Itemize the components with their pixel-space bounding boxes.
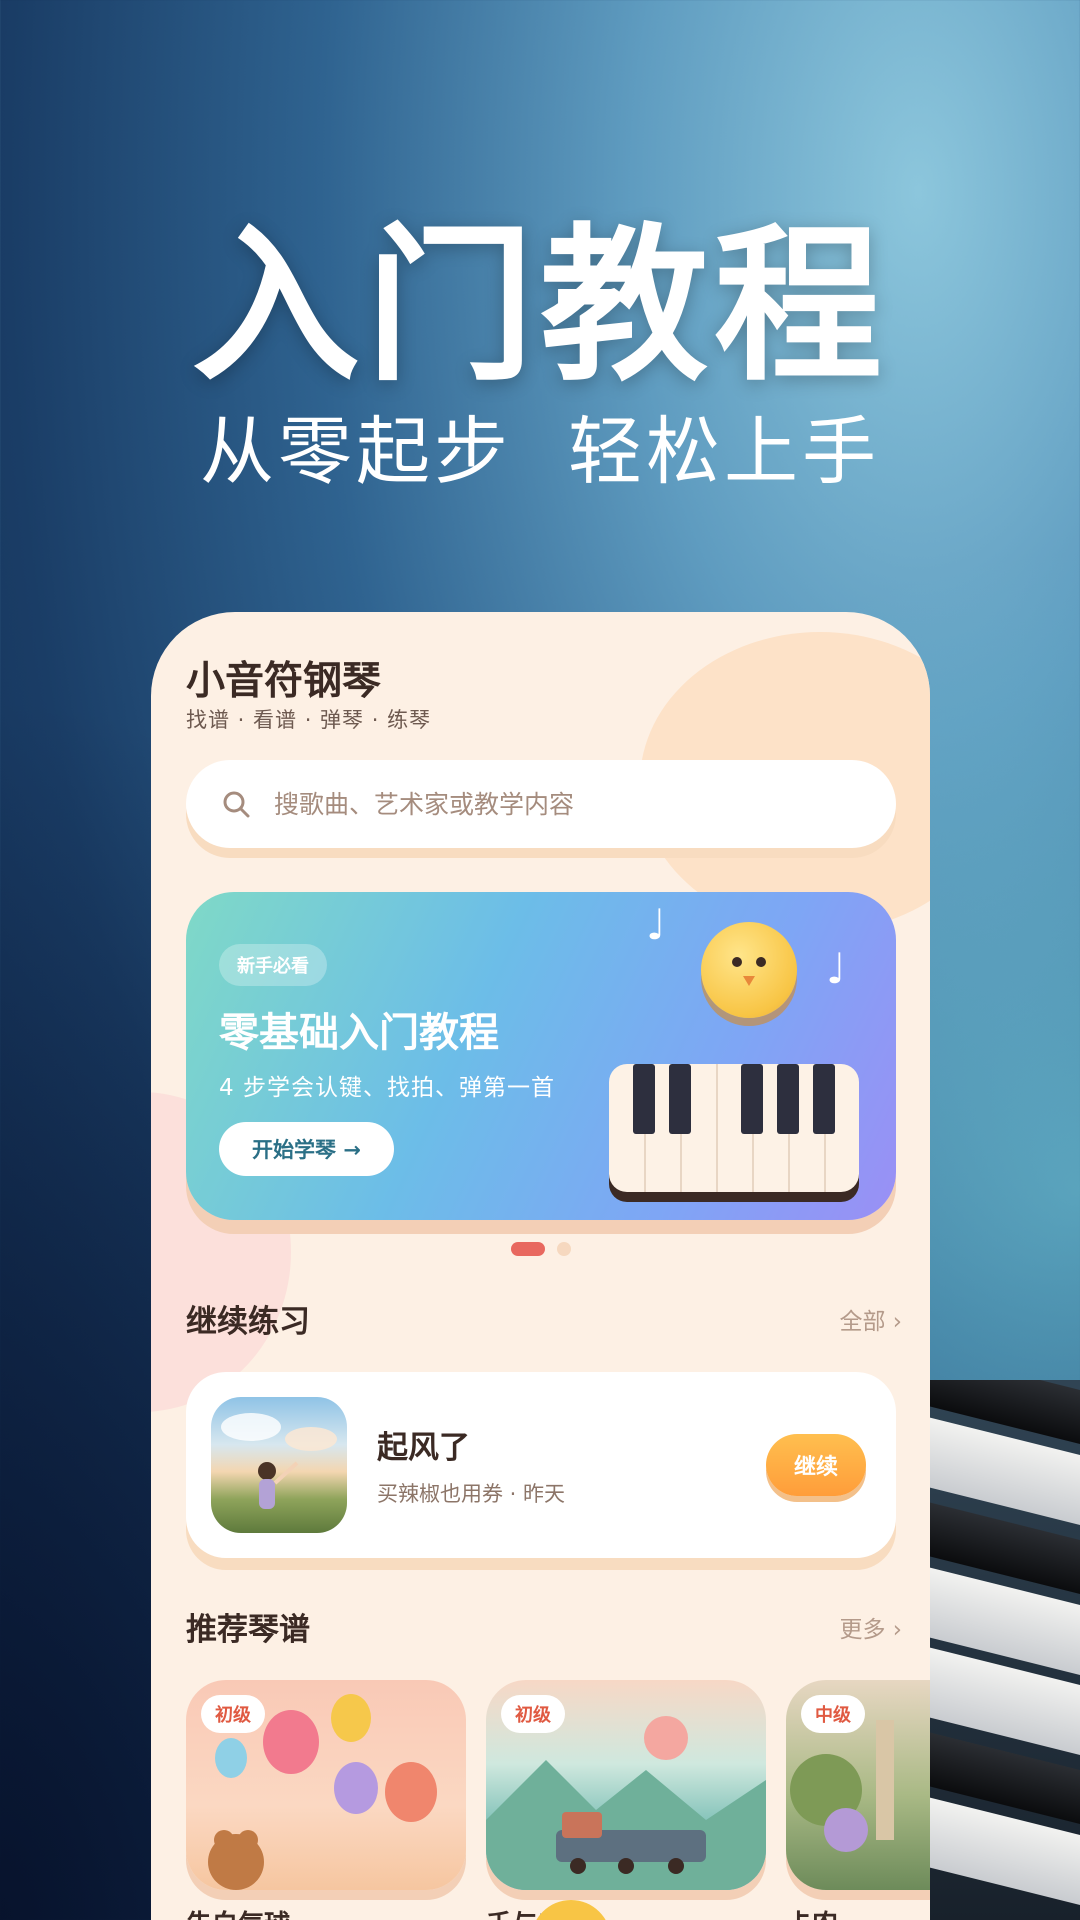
sheet-card[interactable]: 中级 xyxy=(786,1680,930,1890)
search-icon xyxy=(223,791,250,818)
hero-title: 入门教程 xyxy=(192,208,888,404)
floating-play-button[interactable] xyxy=(531,1900,611,1920)
more-link[interactable]: 更多 › xyxy=(839,1610,902,1644)
hero-subtitle: 从零起步 轻松上手 xyxy=(0,392,1080,499)
banner-badge: 新手必看 xyxy=(219,944,327,986)
tutorial-banner[interactable]: 新手必看 零基础入门教程 4 步学会认键、找拍、弹第一首 开始学琴 → ♩ ♩ xyxy=(186,892,896,1220)
search-input[interactable] xyxy=(274,789,854,819)
song-title: 起风了 xyxy=(377,1430,470,1466)
sheet-name: 卡农 xyxy=(786,1904,838,1920)
hero-subtitle-right: 轻松上手 xyxy=(568,409,880,495)
continue-button[interactable]: 继续 xyxy=(766,1434,866,1496)
song-thumbnail xyxy=(211,1397,347,1533)
banner-description: 4 步学会认键、找拍、弹第一首 xyxy=(219,1075,555,1101)
practice-card[interactable]: 起风了 买辣椒也用券 · 昨天 继续 xyxy=(186,1372,896,1558)
piano-illustration-icon xyxy=(609,1064,859,1192)
continue-section-title: 继续练习 xyxy=(186,1304,310,1340)
banner-pagination[interactable] xyxy=(151,1242,930,1256)
view-all-link[interactable]: 全部 › xyxy=(839,1302,902,1336)
sheet-card[interactable]: 初级 xyxy=(486,1680,766,1890)
sheet-card[interactable]: 初级 xyxy=(186,1680,466,1890)
level-tag: 初级 xyxy=(501,1695,565,1733)
music-note-icon: ♩ xyxy=(826,944,846,993)
level-tag: 中级 xyxy=(801,1695,865,1733)
phone-screen: 小音符钢琴 找谱 · 看谱 · 弹琴 · 练琴 新手必看 零基础入门教程 4 步… xyxy=(151,612,930,1920)
pagination-dot-active[interactable] xyxy=(510,1242,545,1256)
app-tagline: 找谱 · 看谱 · 弹琴 · 练琴 xyxy=(186,708,432,732)
music-note-icon: ♩ xyxy=(646,900,666,949)
start-learning-button[interactable]: 开始学琴 → xyxy=(219,1122,394,1176)
recommend-section-title: 推荐琴谱 xyxy=(186,1612,310,1648)
piano-keys-photo xyxy=(920,1380,1080,1920)
chick-mascot-icon xyxy=(701,922,797,1018)
level-tag: 初级 xyxy=(201,1695,265,1733)
hero-subtitle-left: 从零起步 xyxy=(200,409,512,495)
song-meta: 买辣椒也用券 · 昨天 xyxy=(377,1482,566,1506)
app-name: 小音符钢琴 xyxy=(186,659,382,704)
banner-title: 零基础入门教程 xyxy=(219,1010,499,1056)
search-bar[interactable] xyxy=(186,760,896,848)
sheet-name: 告白气球 xyxy=(186,1904,290,1920)
pagination-dot[interactable] xyxy=(556,1242,571,1256)
